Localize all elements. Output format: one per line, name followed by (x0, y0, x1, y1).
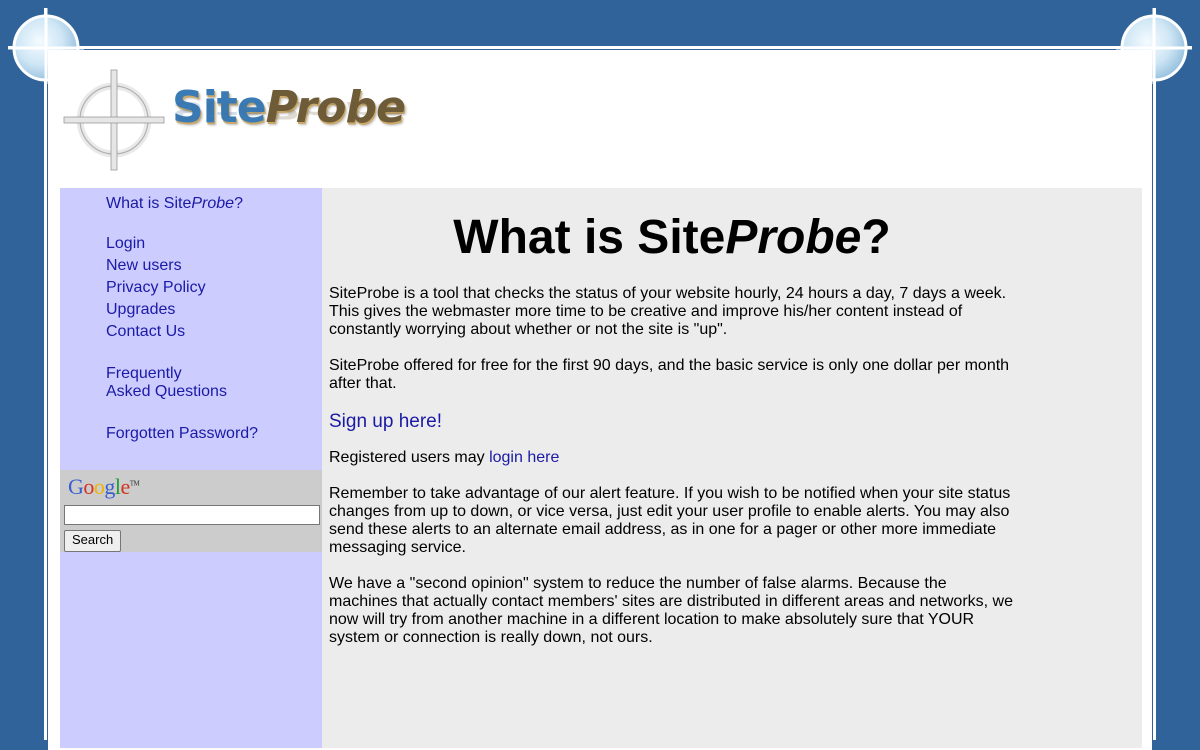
frame-right-line (1153, 8, 1156, 740)
logo-reflect-site: Site (172, 95, 266, 124)
nav-login[interactable]: Login (106, 233, 258, 255)
title-probe: Probe (725, 211, 862, 264)
sidebar-nav: What is SiteProbe? Login New users Priva… (106, 193, 258, 445)
google-search-input[interactable] (64, 505, 320, 525)
nav-what-is-probe: Probe (191, 195, 235, 212)
google-logo-letter: o (93, 474, 105, 499)
google-logo-letter: g (104, 474, 115, 499)
nav-contact-us[interactable]: Contact Us (106, 321, 258, 343)
google-search-button[interactable]: Search (64, 530, 122, 552)
google-logo-letter: o (83, 474, 94, 499)
title-prefix: What is Site (453, 211, 726, 264)
google-logo-letter: e (120, 474, 131, 499)
logo-reflection: SiteProbe (172, 96, 405, 124)
signup-link[interactable]: Sign up here! (329, 411, 442, 432)
nav-privacy-policy[interactable]: Privacy Policy (106, 277, 258, 299)
crosshair-logo-icon (63, 69, 165, 171)
intro-paragraph: SiteProbe is a tool that checks the stat… (329, 285, 1007, 338)
google-logo-tm: TM (129, 479, 140, 488)
alerts-paragraph: Remember to take advantage of our alert … (329, 485, 1011, 556)
nav-faq[interactable]: Frequently Asked Questions (106, 365, 258, 401)
frame-top-line (8, 46, 1192, 49)
nav-faq-line2: Asked Questions (106, 383, 227, 400)
nav-faq-line1: Frequently (106, 365, 182, 382)
second-opinion-paragraph: We have a "second opinion" system to red… (329, 575, 1013, 646)
siteprobe-logo[interactable]: SiteProbe SiteProbe (62, 68, 412, 173)
google-search-box: GoogleTM Search (60, 470, 322, 552)
google-logo-letter: G (68, 474, 84, 499)
nav-forgotten-password[interactable]: Forgotten Password? (106, 423, 258, 445)
signup-paragraph: Sign up here! (329, 411, 1019, 433)
sidebar: What is SiteProbe? Login New users Priva… (60, 188, 322, 748)
body-text: SiteProbe is a tool that checks the stat… (329, 285, 1019, 665)
nav-what-is-siteprobe[interactable]: What is SiteProbe? (106, 193, 258, 215)
nav-upgrades[interactable]: Upgrades (106, 299, 258, 321)
nav-new-users[interactable]: New users (106, 255, 258, 277)
title-suffix: ? (861, 211, 891, 264)
nav-what-is-prefix: What is Site (106, 195, 192, 212)
logo-reflect-probe: Probe (265, 95, 405, 124)
main-content: What is SiteProbe? SiteProbe is a tool t… (322, 188, 1142, 748)
registered-text: Registered users may (329, 449, 490, 466)
page-title: What is SiteProbe? (322, 210, 1022, 265)
nav-what-is-suffix: ? (234, 195, 243, 212)
google-logo-letters: Google (68, 474, 130, 499)
registered-paragraph: Registered users may login here (329, 449, 1019, 467)
frame-left-line (44, 8, 47, 740)
pricing-paragraph: SiteProbe offered for free for the first… (329, 357, 1010, 392)
login-link[interactable]: login here (489, 449, 559, 466)
google-logo: GoogleTM (68, 474, 140, 500)
